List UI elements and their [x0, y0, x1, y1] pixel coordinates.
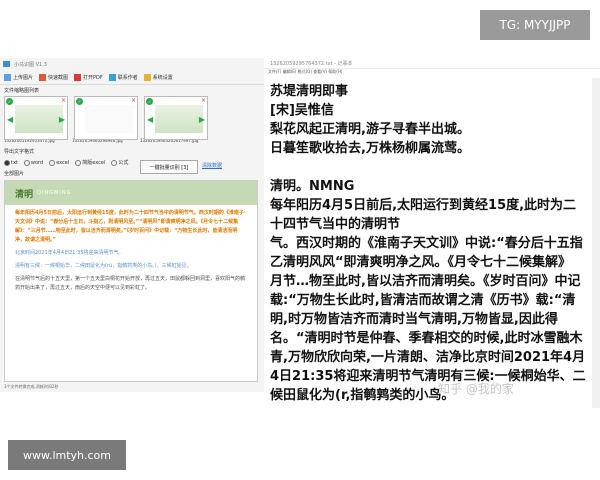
- result-label: 全部图片: [4, 171, 25, 177]
- gear-icon: [143, 73, 151, 81]
- top-right-badge: TG: MYYJJPP: [480, 10, 590, 40]
- thumbnail-3[interactable]: ✓ × ◀ ▶: [144, 96, 208, 140]
- check-icon: ✓: [6, 98, 13, 105]
- thumbnail-2[interactable]: ✓ ×: [74, 96, 138, 140]
- ocr-app-window: 小马识图 V1.3 上传图片 快速截图 打开PDF 联系作者 系统设置 文件缩略…: [0, 58, 265, 392]
- arrow-left-icon[interactable]: ◀: [7, 115, 13, 124]
- bottom-left-badge: www.lmtyh.com: [8, 440, 126, 470]
- close-icon[interactable]: ×: [201, 97, 206, 104]
- notepad-scrollbar[interactable]: [592, 78, 600, 408]
- contact-icon: [108, 73, 116, 81]
- upload-icon: [4, 73, 11, 81]
- notepad-window: 13262059295764372.txt - 记事本 文件(F) 编辑(E) …: [264, 58, 600, 418]
- preview-body: 每年阳历4月5日前后，太阳运行到黄经15度，此时为二十四节气当中的清明节气。西汉…: [5, 205, 257, 301]
- status-bar: 3个文件转换完成,消耗时间2秒: [4, 384, 59, 389]
- thumbnail-list: ✓ × ◀ ▶ ✓ × ✓ × ◀ ▶: [0, 96, 264, 140]
- upload-image-button[interactable]: 上传图片: [4, 73, 33, 81]
- mode-word-radio[interactable]: word: [23, 159, 43, 166]
- thumbnail-1[interactable]: ✓ × ◀ ▶: [4, 96, 68, 140]
- close-icon[interactable]: ×: [131, 97, 136, 104]
- notepad-menu[interactable]: 文件(F) 编辑(E) 格式(O) 查看(V) 帮助(H): [264, 69, 600, 77]
- arrow-right-icon[interactable]: ▶: [59, 115, 65, 124]
- preview-paragraph: 每年阳历4月5日前后，太阳运行到黄经15度，此时为二十四节气当中的清明节气。西汉…: [15, 210, 246, 243]
- notepad-title: 13262059295764372.txt - 记事本: [264, 58, 600, 69]
- preview-paragraph: 清明有三候：一候桐始华，二候田鼠化为(rú，指鹌鹑类的小鸟。)，三候虹始见。: [15, 263, 192, 269]
- pdf-icon: [74, 73, 82, 81]
- mode-options: txt word excel 简版excel 公式: [0, 157, 264, 168]
- app-logo-icon: [3, 61, 10, 67]
- open-pdf-button[interactable]: 打开PDF: [74, 73, 103, 81]
- notepad-text[interactable]: 苏堤清明即事 [宋]吴惟信 梨花风起正清明,游子寻春半出城。 日暮笙歌收拾去,万…: [270, 82, 586, 405]
- preview-header: 清明 QINGMING: [5, 181, 257, 205]
- check-icon: ✓: [76, 98, 83, 105]
- screenshot-button[interactable]: 快速截图: [39, 73, 68, 81]
- settings-button[interactable]: 系统设置: [143, 73, 173, 81]
- mode-simple-excel-radio[interactable]: 简版excel: [75, 159, 105, 166]
- clear-data-link[interactable]: 清除数据: [202, 162, 222, 169]
- mode-formula-radio[interactable]: 公式: [111, 159, 128, 166]
- arrow-right-icon[interactable]: ▶: [199, 115, 205, 124]
- mode-label: 导出文字格式: [4, 149, 35, 155]
- mode-txt-radio[interactable]: txt: [4, 159, 18, 166]
- thumbnail-image: [15, 105, 63, 133]
- image-preview: 清明 QINGMING 每年阳历4月5日前后，太阳运行到黄经15度，此时为二十四…: [4, 180, 258, 382]
- check-icon: ✓: [146, 98, 153, 105]
- app-title: 小马识图 V1.3: [14, 61, 47, 68]
- mode-excel-radio[interactable]: excel: [49, 159, 69, 166]
- batch-recognize-button[interactable]: 一键批量识别 [3]: [140, 160, 198, 174]
- preview-pinyin: QINGMING: [37, 190, 72, 196]
- watermark: 知乎 @我的家: [438, 382, 514, 396]
- thumbnail-image: [85, 105, 133, 133]
- preview-title: 清明: [15, 189, 34, 200]
- preview-paragraph: 北京时间2021年4月4日21:35将迎来清明节气。: [15, 250, 124, 256]
- images-label: 文件缩略图列表: [4, 88, 40, 94]
- close-icon[interactable]: ×: [61, 97, 66, 104]
- thumbnail-image: [155, 105, 203, 133]
- app-titlebar: 小马识图 V1.3: [0, 58, 264, 70]
- preview-paragraph: 在清明节气后的十五天里，第一个五天里白桐花开始开放，再过五天，田鼠都躲回到洞里，…: [15, 276, 246, 291]
- arrow-left-icon[interactable]: ◀: [147, 115, 153, 124]
- app-toolbar: 上传图片 快速截图 打开PDF 联系作者 系统设置: [0, 70, 264, 85]
- scissors-icon: [39, 73, 47, 81]
- contact-author-button[interactable]: 联系作者: [108, 73, 138, 81]
